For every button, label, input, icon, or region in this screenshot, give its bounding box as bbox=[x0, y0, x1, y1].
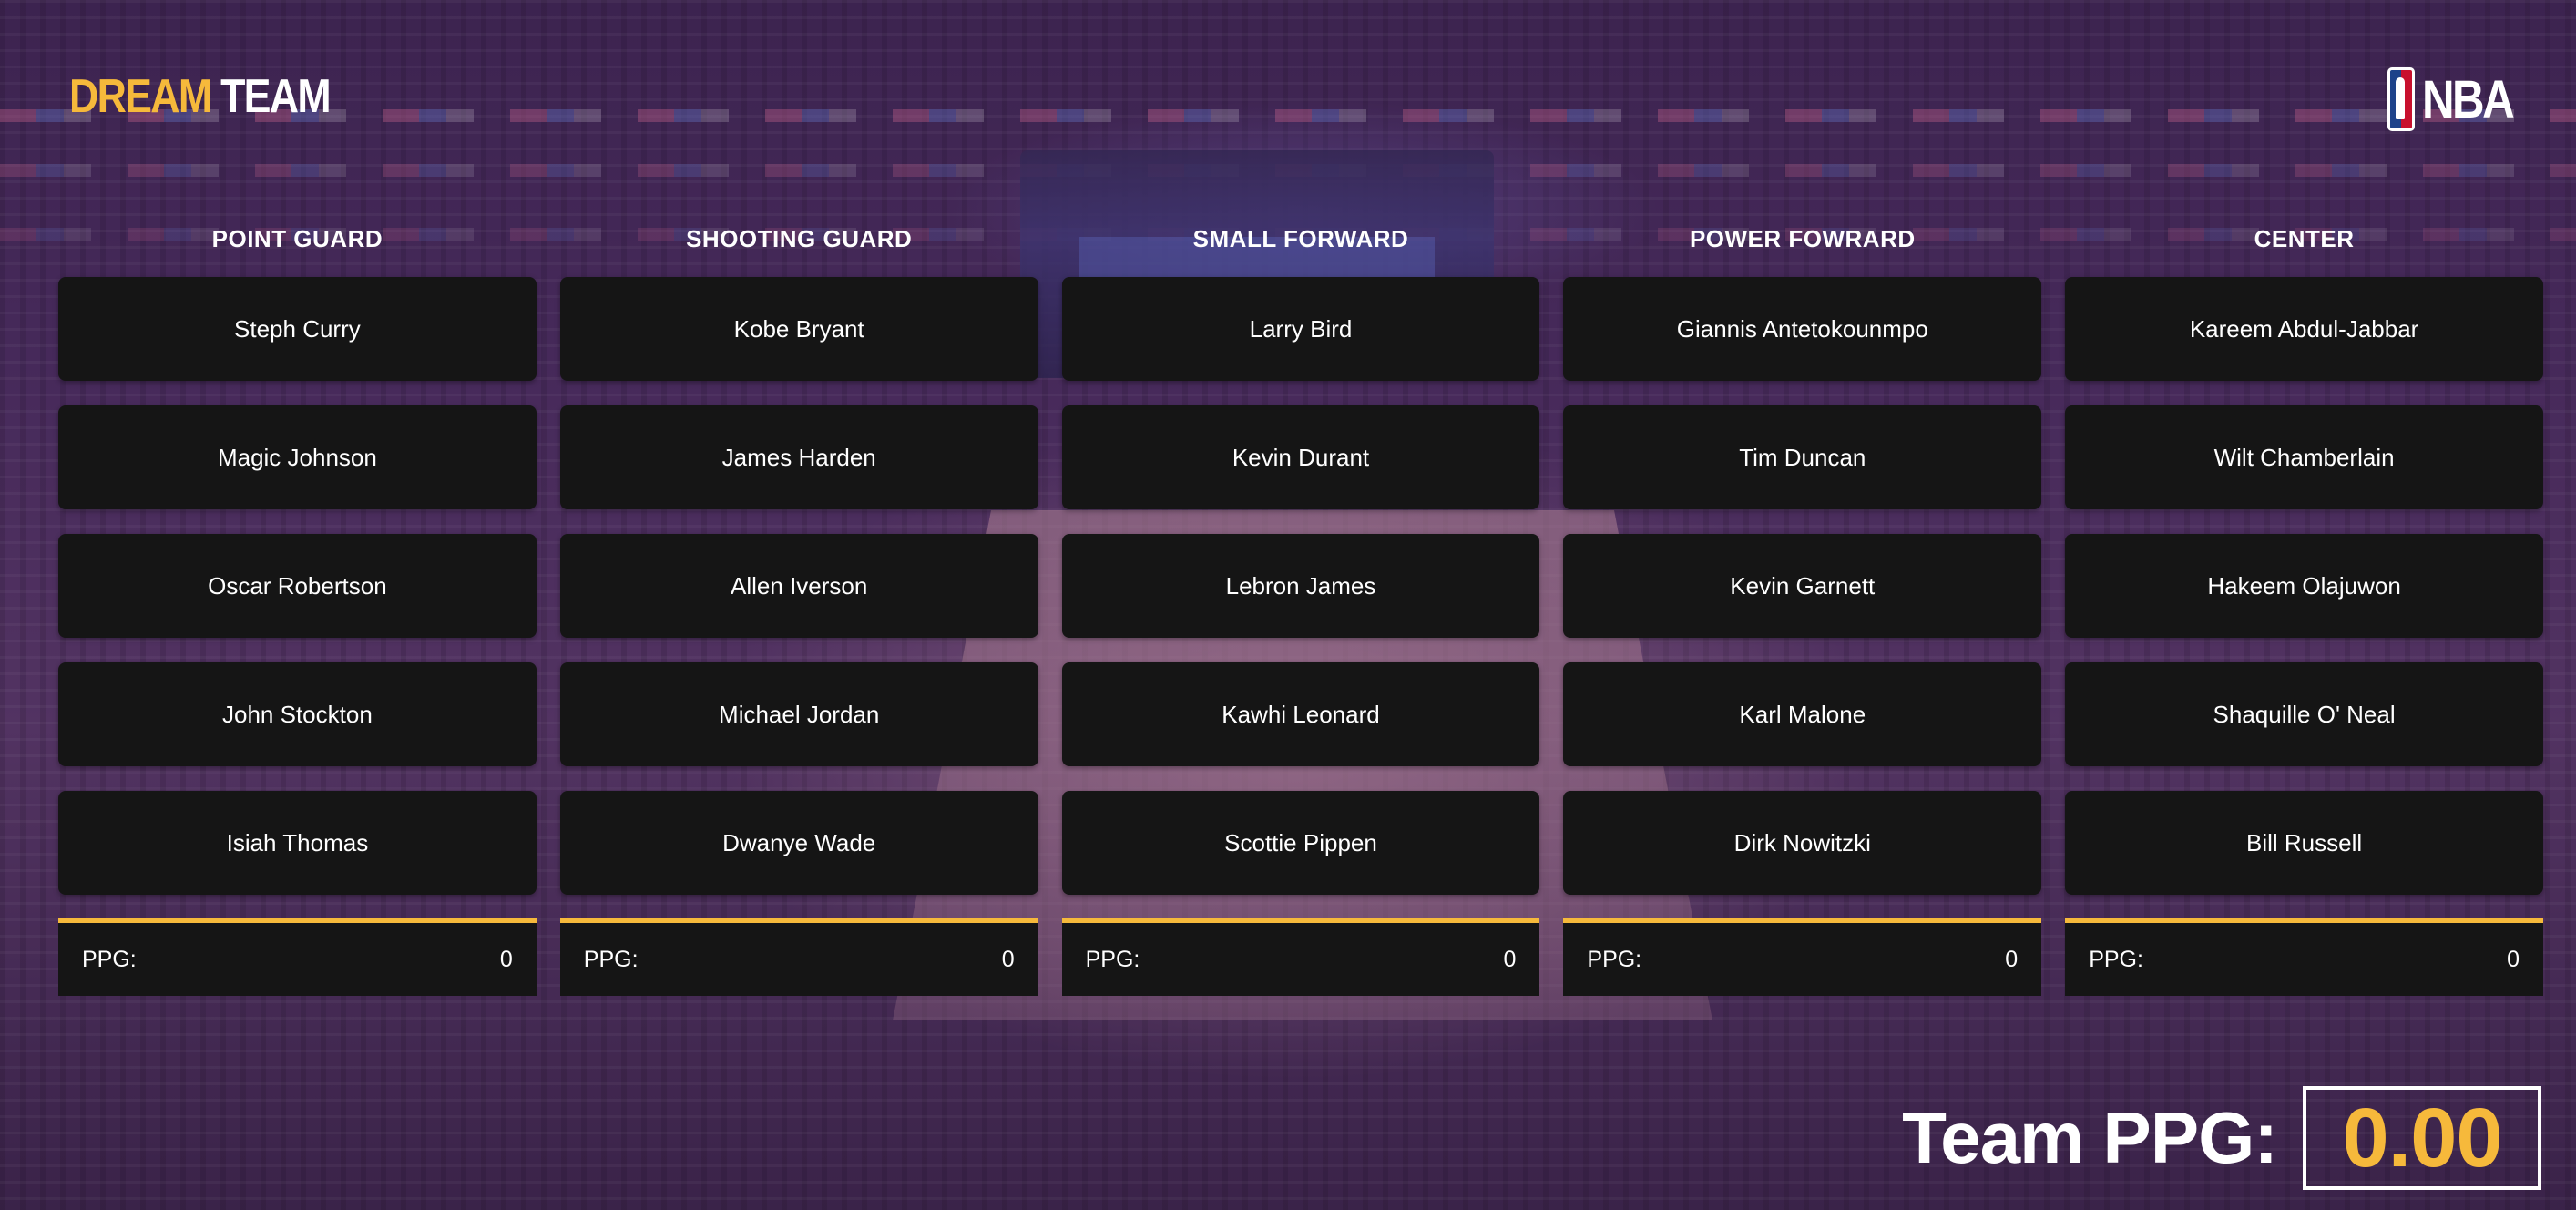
player-card[interactable]: Shaquille O' Neal bbox=[2065, 662, 2543, 766]
player-card[interactable]: Larry Bird bbox=[1061, 277, 1540, 381]
ppg-bar: PPG: 0 bbox=[1563, 918, 2042, 996]
team-ppg-label: Team PPG: bbox=[1902, 1097, 2278, 1178]
player-card[interactable]: Magic Johnson bbox=[58, 405, 537, 509]
ppg-value: 0 bbox=[2507, 946, 2520, 972]
player-card[interactable]: Bill Russell bbox=[2065, 791, 2543, 895]
ppg-value: 0 bbox=[1001, 946, 1015, 972]
player-card[interactable]: Dirk Nowitzki bbox=[1563, 791, 2042, 895]
player-card[interactable]: Karl Malone bbox=[1563, 662, 2042, 766]
player-card[interactable]: Kawhi Leonard bbox=[1061, 662, 1540, 766]
column-title: SMALL FORWARD bbox=[1192, 225, 1409, 252]
nba-logo: NBA bbox=[2387, 67, 2529, 131]
team-ppg: Team PPG: 0.00 bbox=[1902, 1086, 2541, 1190]
player-card[interactable]: Tim Duncan bbox=[1563, 405, 2042, 509]
nba-logoman-icon bbox=[2387, 67, 2416, 131]
player-card[interactable]: Kobe Bryant bbox=[559, 277, 1038, 381]
column-point-guard: POINT GUARD Steph Curry Magic Johnson Os… bbox=[58, 222, 537, 996]
ppg-bar: PPG: 0 bbox=[2065, 918, 2543, 996]
player-card[interactable]: Oscar Robertson bbox=[58, 534, 537, 638]
player-card[interactable]: Kareem Abdul-Jabbar bbox=[2065, 277, 2543, 381]
player-card[interactable]: Hakeem Olajuwon bbox=[2065, 534, 2543, 638]
column-shooting-guard: SHOOTING GUARD Kobe Bryant James Harden … bbox=[559, 222, 1038, 996]
column-title: CENTER bbox=[2254, 225, 2355, 252]
logo-dream-text: DREAM bbox=[69, 70, 212, 123]
ppg-label: PPG: bbox=[583, 946, 639, 972]
logo-team-text: TEAM bbox=[210, 70, 332, 123]
player-card[interactable]: Wilt Chamberlain bbox=[2065, 405, 2543, 509]
player-card[interactable]: Lebron James bbox=[1061, 534, 1540, 638]
ppg-value: 0 bbox=[2005, 946, 2019, 972]
column-center: CENTER Kareem Abdul-Jabbar Wilt Chamberl… bbox=[2065, 222, 2543, 996]
column-small-forward: SMALL FORWARD Larry Bird Kevin Durant Le… bbox=[1061, 222, 1540, 996]
column-title: SHOOTING GUARD bbox=[686, 225, 913, 252]
ppg-bar: PPG: 0 bbox=[1061, 918, 1540, 996]
player-card[interactable]: Giannis Antetokounmpo bbox=[1563, 277, 2042, 381]
ppg-value: 0 bbox=[499, 946, 513, 972]
nba-logo-text: NBA bbox=[2422, 69, 2515, 129]
positions-grid: POINT GUARD Steph Curry Magic Johnson Os… bbox=[58, 222, 2543, 996]
ppg-label: PPG: bbox=[82, 946, 137, 972]
player-card[interactable]: Kevin Garnett bbox=[1563, 534, 2042, 638]
player-card[interactable]: Isiah Thomas bbox=[58, 791, 537, 895]
column-title: POWER FOWRARD bbox=[1689, 225, 1916, 252]
player-card[interactable]: Kevin Durant bbox=[1061, 405, 1540, 509]
ppg-value: 0 bbox=[1503, 946, 1517, 972]
player-card[interactable]: Steph Curry bbox=[58, 277, 537, 381]
ppg-label: PPG: bbox=[1587, 946, 1642, 972]
header: DREAM TEAM NBA bbox=[0, 0, 2576, 182]
column-title: POINT GUARD bbox=[211, 225, 383, 252]
dream-team-logo: DREAM TEAM bbox=[69, 69, 332, 124]
team-ppg-value: 0.00 bbox=[2303, 1086, 2541, 1190]
ppg-bar: PPG: 0 bbox=[559, 918, 1038, 996]
column-power-forward: POWER FOWRARD Giannis Antetokounmpo Tim … bbox=[1563, 222, 2042, 996]
player-card[interactable]: Scottie Pippen bbox=[1061, 791, 1540, 895]
player-card[interactable]: John Stockton bbox=[58, 662, 537, 766]
ppg-bar: PPG: 0 bbox=[58, 918, 537, 996]
ppg-label: PPG: bbox=[1085, 946, 1140, 972]
player-card[interactable]: James Harden bbox=[559, 405, 1038, 509]
player-card[interactable]: Dwanye Wade bbox=[559, 791, 1038, 895]
ppg-label: PPG: bbox=[2089, 946, 2143, 972]
player-card[interactable]: Michael Jordan bbox=[559, 662, 1038, 766]
player-card[interactable]: Allen Iverson bbox=[559, 534, 1038, 638]
